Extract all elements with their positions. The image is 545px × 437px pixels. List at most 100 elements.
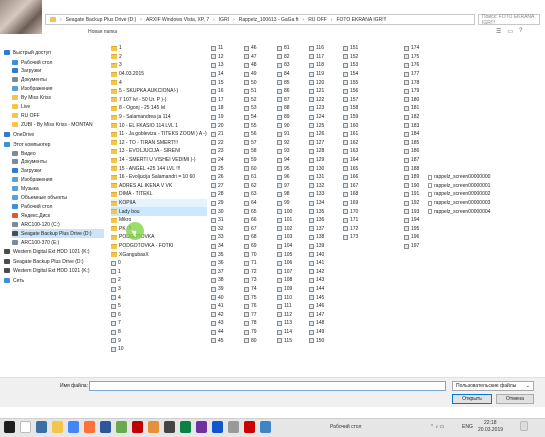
- file-item[interactable]: 196: [404, 233, 428, 242]
- file-item[interactable]: 106: [277, 259, 301, 268]
- file-item[interactable]: 172: [343, 225, 367, 234]
- file-item[interactable]: 62: [244, 182, 268, 191]
- file-item[interactable]: 10: [111, 345, 207, 354]
- nav-item[interactable]: Загрузки: [12, 166, 104, 175]
- file-item[interactable]: 56: [244, 130, 268, 139]
- file-item[interactable]: 35: [211, 250, 235, 259]
- file-item[interactable]: 90: [277, 121, 301, 130]
- file-item[interactable]: 4: [111, 293, 207, 302]
- app-icon[interactable]: [228, 421, 239, 433]
- start-button[interactable]: [4, 421, 15, 433]
- file-item[interactable]: 49: [244, 70, 268, 79]
- nav-item[interactable]: Сеть: [4, 276, 104, 285]
- file-item[interactable]: 161: [343, 130, 367, 139]
- file-item[interactable]: 72: [244, 268, 268, 277]
- file-item[interactable]: 160: [343, 121, 367, 130]
- file-item[interactable]: 142: [309, 268, 333, 277]
- word-icon[interactable]: [100, 421, 111, 433]
- file-item[interactable]: rappelz_screen00000002: [428, 190, 508, 199]
- notification-icon[interactable]: [520, 421, 528, 431]
- nav-item[interactable]: RU OFF: [12, 111, 104, 120]
- file-item[interactable]: 26: [211, 173, 235, 182]
- file-item[interactable]: 157: [343, 96, 367, 105]
- file-item[interactable]: 119: [309, 70, 333, 79]
- file-item[interactable]: 65: [244, 207, 268, 216]
- app-icon[interactable]: [196, 421, 207, 433]
- file-item[interactable]: 171: [343, 216, 367, 225]
- file-item[interactable]: 156: [343, 87, 367, 96]
- file-item[interactable]: 192: [404, 199, 428, 208]
- file-item[interactable]: 164: [343, 156, 367, 165]
- file-item[interactable]: 32: [211, 225, 235, 234]
- file-item[interactable]: 98: [277, 190, 301, 199]
- file-item[interactable]: 87: [277, 96, 301, 105]
- file-item[interactable]: 33: [211, 233, 235, 242]
- file-item[interactable]: 133: [309, 190, 333, 199]
- file-item[interactable]: 128: [309, 147, 333, 156]
- file-item[interactable]: 145: [309, 293, 333, 302]
- file-item[interactable]: 183: [404, 121, 428, 130]
- file-item[interactable]: 0: [111, 259, 207, 268]
- file-item[interactable]: 40: [211, 293, 235, 302]
- file-item[interactable]: 105: [277, 250, 301, 259]
- folder-item[interactable]: KOPIIA: [111, 198, 207, 208]
- nav-item[interactable]: Рабочий стол: [12, 202, 104, 211]
- nav-item[interactable]: ARC100-120 (C:): [12, 220, 104, 229]
- file-item[interactable]: 41: [211, 302, 235, 311]
- breadcrumb-4[interactable]: RU OFF: [308, 17, 327, 23]
- file-item[interactable]: 117: [309, 53, 333, 62]
- open-button[interactable]: Открыть: [452, 394, 492, 404]
- file-item[interactable]: 38: [211, 276, 235, 285]
- file-item[interactable]: 61: [244, 173, 268, 182]
- file-item[interactable]: 46: [244, 44, 268, 53]
- file-item[interactable]: 141: [309, 259, 333, 268]
- file-item[interactable]: 162: [343, 139, 367, 148]
- file-item[interactable]: 182: [404, 113, 428, 122]
- file-item[interactable]: 36: [211, 259, 235, 268]
- file-item[interactable]: 96: [277, 173, 301, 182]
- file-item[interactable]: 131: [309, 173, 333, 182]
- file-item[interactable]: 108: [277, 276, 301, 285]
- file-item[interactable]: 27: [211, 182, 235, 191]
- folder-item[interactable]: 2: [111, 53, 207, 62]
- app-icon[interactable]: [244, 421, 255, 433]
- file-item[interactable]: 8: [111, 328, 207, 337]
- file-item[interactable]: 91: [277, 130, 301, 139]
- chrome-icon[interactable]: [68, 421, 79, 433]
- breadcrumb-1[interactable]: ARXIF Windows Vista, XP, 7: [146, 17, 209, 23]
- file-item[interactable]: 77: [244, 311, 268, 320]
- file-item[interactable]: 187: [404, 156, 428, 165]
- file-item[interactable]: 151: [343, 44, 367, 53]
- file-item[interactable]: 180: [404, 96, 428, 105]
- file-item[interactable]: 31: [211, 216, 235, 225]
- file-item[interactable]: 104: [277, 242, 301, 251]
- nav-item[interactable]: Документы: [12, 75, 104, 84]
- app-icon[interactable]: [116, 421, 127, 433]
- file-item[interactable]: 139: [309, 242, 333, 251]
- folder-item[interactable]: 04.03.2015: [111, 70, 207, 79]
- folder-item[interactable]: ADRES AL IKENA V VK: [111, 182, 207, 191]
- file-list-area[interactable]: 1 2 3 04.03.2015 4 5 - SKUPKA AUKCIONA!-) 7 10…: [106, 40, 545, 375]
- file-item[interactable]: 16: [211, 87, 235, 96]
- file-item[interactable]: rappelz_screen00000003: [428, 199, 508, 208]
- file-item[interactable]: 136: [309, 216, 333, 225]
- app-icon[interactable]: [180, 421, 191, 433]
- file-item[interactable]: 102: [277, 225, 301, 234]
- file-item[interactable]: 191: [404, 190, 428, 199]
- file-item[interactable]: 83: [277, 61, 301, 70]
- nav-item[interactable]: Загрузки: [12, 66, 104, 75]
- file-item[interactable]: 58: [244, 147, 268, 156]
- file-item[interactable]: 13: [211, 61, 235, 70]
- file-item[interactable]: 39: [211, 285, 235, 294]
- nav-item[interactable]: Документы: [12, 157, 104, 166]
- folder-item[interactable]: 4: [111, 78, 207, 87]
- file-item[interactable]: 120: [309, 78, 333, 87]
- file-item[interactable]: 28: [211, 190, 235, 199]
- nav-item[interactable]: Объемные объекты: [12, 193, 104, 202]
- folder-item[interactable]: 9 - Salamandrea ja 114: [111, 113, 207, 122]
- file-item[interactable]: 124: [309, 113, 333, 122]
- explorer-icon[interactable]: [52, 421, 63, 433]
- file-item[interactable]: 18: [211, 104, 235, 113]
- folder-item[interactable]: 3: [111, 61, 207, 70]
- new-folder-button[interactable]: Новая папка: [88, 29, 117, 35]
